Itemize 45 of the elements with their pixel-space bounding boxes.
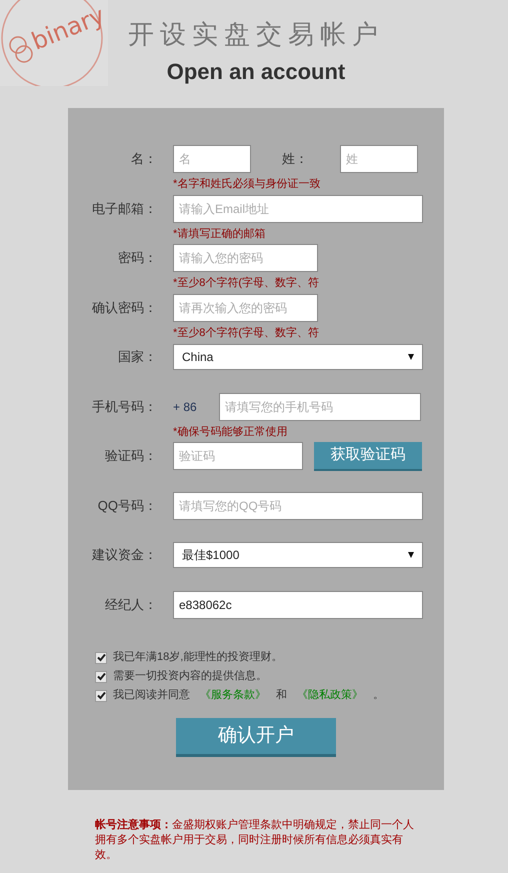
hint-text: *名字和姓氏必须与身份证一致 (173, 177, 322, 191)
hint-text: *至少8个字符(字母、数字、符 (173, 276, 320, 290)
input-field[interactable]: 请填写您的手机号码 (219, 392, 421, 420)
field-label: 建议资金： (91, 546, 158, 564)
field-label: 名： (130, 150, 158, 168)
get-code-button[interactable]: 获取验证码 (314, 442, 422, 470)
terms-link[interactable]: 《隐私政策》 (297, 687, 363, 704)
field-label: 经纪人： (104, 596, 158, 614)
input-field[interactable]: 验证码 (173, 442, 303, 470)
input-field[interactable]: e838062c (173, 590, 423, 618)
agreement-text: 我已阅读并同意 (113, 688, 190, 704)
field-label: 验证码： (104, 447, 158, 466)
input-field[interactable]: 请输入您的密码 (173, 244, 318, 272)
submit-button[interactable]: 确认开户 (176, 718, 336, 757)
checkbox[interactable] (95, 652, 107, 664)
checkbox[interactable] (95, 690, 107, 702)
page-subtitle: Open an account (166, 58, 346, 86)
field-label: QQ号码： (96, 496, 158, 515)
field-label: 电子邮箱： (91, 200, 158, 218)
checkbox[interactable] (95, 670, 107, 682)
terms-link[interactable]: 《服务条款》 (200, 687, 266, 704)
page-title: 开设实盘交易帐户 (128, 18, 384, 50)
field-label: 国家： (117, 348, 158, 366)
agreement-text: 我已年满18岁,能理性的投资理财。 (113, 650, 282, 666)
hint-text: *至少8个字符(字母、数字、符 (173, 326, 320, 340)
input-field[interactable]: 请再次输入您的密码 (173, 294, 318, 322)
hint-text: *请填写正确的邮箱 (173, 226, 266, 240)
notice-text: 帐号注意事项：金盛期权账户管理条款中明确规定，禁止同一个人拥有多个实盘帐户用于交易，同时注册时候所有信息必须真实有效。 (95, 818, 415, 863)
input-field[interactable]: 请填写您的QQ号码 (173, 492, 423, 520)
dropdown-arrow-icon[interactable] (408, 354, 414, 360)
field-label: 手机号码： (91, 398, 158, 416)
input-field[interactable]: 姓 (340, 145, 418, 173)
field-label: 密码： (117, 249, 158, 268)
input-field[interactable]: 名 (173, 145, 251, 173)
agreement-text: 和 (276, 688, 287, 704)
select-field[interactable]: 最佳$1000 (173, 542, 423, 568)
agreement-text: 。 (373, 688, 384, 704)
field-label: 确认密码： (91, 298, 158, 317)
input-field[interactable]: 请输入Email地址 (173, 194, 423, 222)
agreement-text: 需要一切投资内容的提供信息。 (113, 668, 267, 684)
dropdown-arrow-icon[interactable] (408, 552, 414, 558)
field-label: 姓： (281, 150, 309, 168)
hint-text: *确保号码能够正常使用 (173, 424, 288, 438)
select-field[interactable]: China (173, 344, 423, 370)
country-code: + 86 (173, 398, 198, 416)
